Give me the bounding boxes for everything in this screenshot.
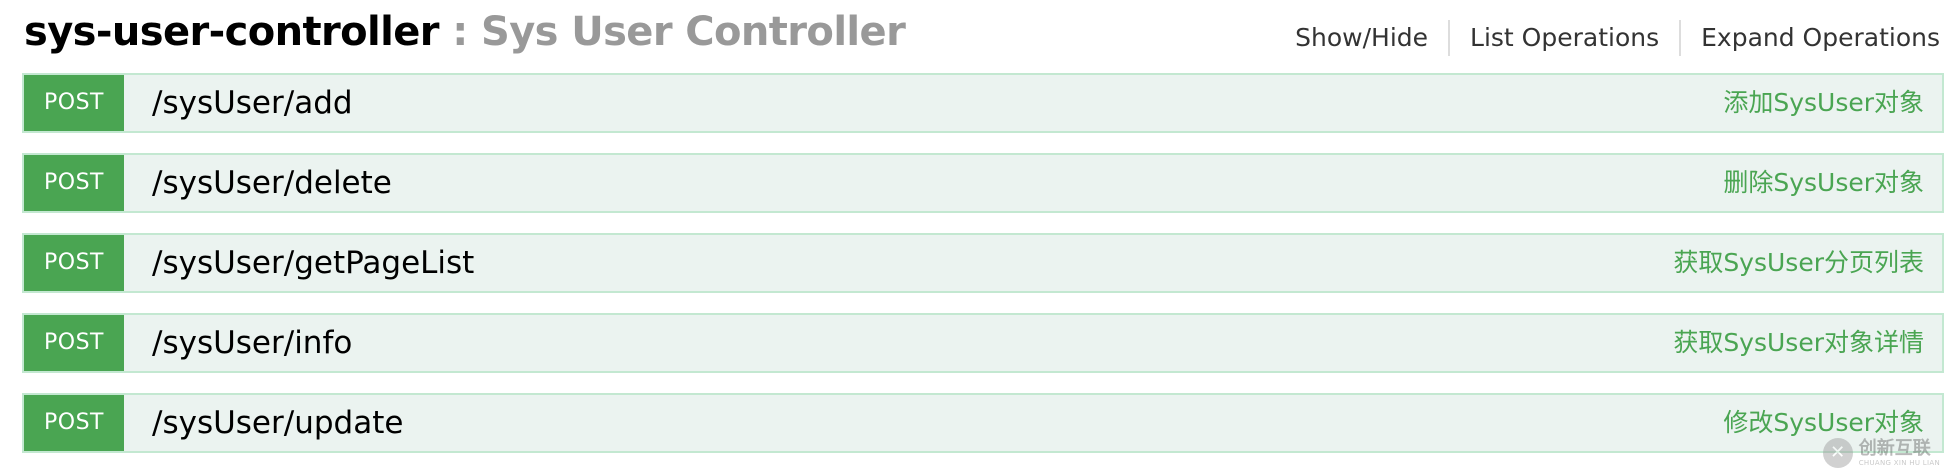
operation-summary[interactable]: 删除SysUser对象	[1723, 155, 1924, 211]
operation-row-get-page-list[interactable]: POST /sysUser/getPageList 获取SysUser分页列表	[22, 233, 1944, 293]
operations-list: POST /sysUser/add 添加SysUser对象 POST /sysU…	[22, 73, 1944, 473]
operation-summary[interactable]: 添加SysUser对象	[1723, 75, 1924, 131]
operation-path[interactable]: /sysUser/add	[152, 75, 353, 131]
watermark: ✕ 创新互联 CHUANG XIN HU LIAN	[1822, 437, 1940, 468]
operation-row-add[interactable]: POST /sysUser/add 添加SysUser对象	[22, 73, 1944, 133]
title-separator: :	[438, 9, 481, 55]
resource-title[interactable]: sys-user-controller : Sys User Controlle…	[24, 6, 906, 58]
operation-summary[interactable]: 获取SysUser对象详情	[1673, 315, 1924, 371]
operation-path[interactable]: /sysUser/info	[152, 315, 352, 371]
watermark-logo-icon: ✕	[1822, 438, 1853, 468]
operation-row-delete[interactable]: POST /sysUser/delete 删除SysUser对象	[22, 153, 1944, 213]
list-operations-link[interactable]: List Operations	[1450, 20, 1679, 56]
watermark-brand-cn: 创新互联	[1858, 437, 1931, 459]
operation-row-update[interactable]: POST /sysUser/update 修改SysUser对象	[22, 393, 1944, 453]
swagger-page: sys-user-controller : Sys User Controlle…	[0, 0, 1954, 474]
operation-path[interactable]: /sysUser/update	[152, 395, 403, 451]
post-method-badge[interactable]: POST	[24, 395, 124, 451]
post-method-badge[interactable]: POST	[24, 155, 124, 211]
resource-actions: Show/Hide List Operations Expand Operati…	[1275, 20, 1940, 56]
resource-description: Sys User Controller	[480, 9, 906, 55]
operation-path[interactable]: /sysUser/getPageList	[152, 235, 474, 291]
resource-name[interactable]: sys-user-controller	[24, 9, 440, 55]
show-hide-link[interactable]: Show/Hide	[1275, 20, 1448, 56]
operation-path[interactable]: /sysUser/delete	[152, 155, 392, 211]
post-method-badge[interactable]: POST	[24, 315, 124, 371]
post-method-badge[interactable]: POST	[24, 235, 124, 291]
post-method-badge[interactable]: POST	[24, 75, 124, 131]
expand-operations-link[interactable]: Expand Operations	[1681, 20, 1940, 56]
operation-row-info[interactable]: POST /sysUser/info 获取SysUser对象详情	[22, 313, 1944, 373]
resource-header: sys-user-controller : Sys User Controlle…	[24, 0, 1946, 70]
watermark-texts: 创新互联 CHUANG XIN HU LIAN	[1858, 437, 1940, 468]
watermark-brand-en: CHUANG XIN HU LIAN	[1858, 458, 1940, 467]
operation-summary[interactable]: 获取SysUser分页列表	[1673, 235, 1924, 291]
